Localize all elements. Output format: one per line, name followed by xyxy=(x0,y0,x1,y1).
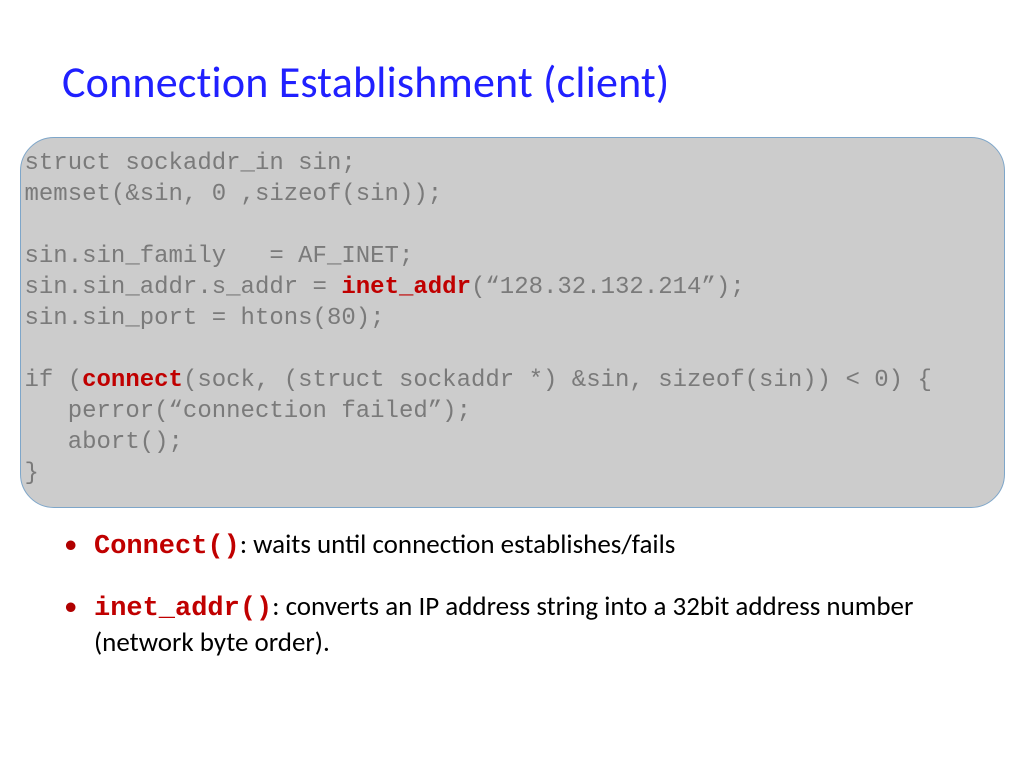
code-line: if ( xyxy=(25,367,83,394)
bullet-text: : waits until connection establishes/fai… xyxy=(240,528,676,561)
code-line: struct sockaddr_in sin; xyxy=(25,150,356,177)
code-line: (“128.32.132.214”); xyxy=(471,274,745,301)
code-highlight-inet-addr: inet_addr xyxy=(341,274,471,301)
code-line: (sock, (struct sockaddr *) &sin, sizeof(… xyxy=(183,367,932,394)
slide: Connection Establishment (client) struct… xyxy=(0,0,1024,768)
code-line: sin.sin_addr.s_addr = xyxy=(25,274,342,301)
bullet-list: Connect(): waits until connection establ… xyxy=(18,528,1006,659)
code-highlight-connect: connect xyxy=(82,367,183,394)
code-line: sin.sin_family = AF_INET; xyxy=(25,243,414,270)
bullet-function-name: Connect() xyxy=(94,532,240,562)
bullet-item: inet_addr(): converts an IP address stri… xyxy=(64,590,966,659)
code-line: abort(); xyxy=(25,429,183,456)
code-line: } xyxy=(25,460,39,487)
code-line: perror(“connection failed”); xyxy=(25,398,471,425)
bullet-function-name: inet_addr() xyxy=(94,594,272,624)
slide-title: Connection Establishment (client) xyxy=(62,55,1006,109)
code-line: memset(&sin, 0 ,sizeof(sin)); xyxy=(25,181,443,208)
code-block: struct sockaddr_in sin; memset(&sin, 0 ,… xyxy=(20,137,1005,508)
code-line: sin.sin_port = htons(80); xyxy=(25,305,385,332)
bullet-item: Connect(): waits until connection establ… xyxy=(64,528,966,564)
